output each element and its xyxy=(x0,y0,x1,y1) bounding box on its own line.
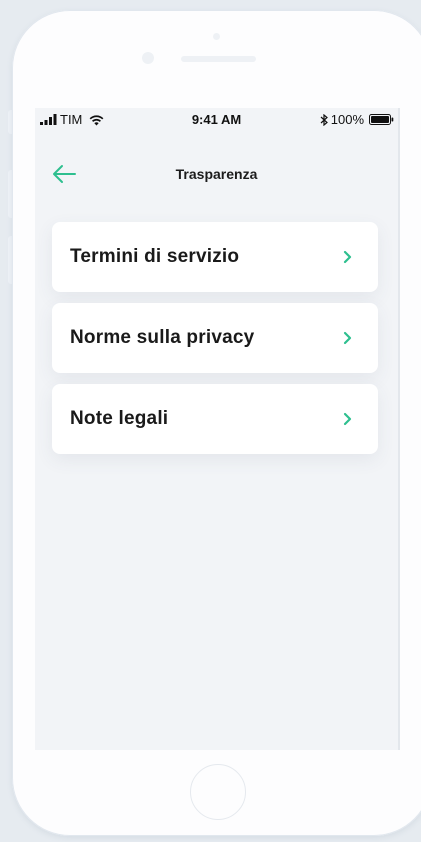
chevron-right-icon xyxy=(343,331,352,345)
chevron-right-icon xyxy=(343,412,352,426)
menu-item-label: Note legali xyxy=(70,408,169,429)
menu-item-terms-of-service[interactable]: Termini di servizio xyxy=(52,222,378,292)
bluetooth-icon xyxy=(320,113,328,126)
front-camera xyxy=(213,33,220,40)
menu-item-label: Termini di servizio xyxy=(70,246,240,267)
app-screen: TIM 9:41 AM 100% Trasparenza Termini di … xyxy=(35,108,400,750)
menu-item-privacy-policy[interactable]: Norme sulla privacy xyxy=(52,303,378,373)
menu-list: Termini di servizio Norme sulla privacy … xyxy=(52,222,378,465)
battery-icon xyxy=(369,114,394,125)
status-right: 100% xyxy=(320,112,394,127)
device-mockup: TIM 9:41 AM 100% Trasparenza Termini di … xyxy=(0,0,421,842)
menu-item-label: Norme sulla privacy xyxy=(70,327,255,348)
home-button[interactable] xyxy=(190,764,246,820)
menu-item-legal-notes[interactable]: Note legali xyxy=(52,384,378,454)
battery-percent: 100% xyxy=(330,112,364,127)
status-bar: TIM 9:41 AM 100% xyxy=(35,108,398,130)
page-title: Trasparenza xyxy=(175,166,258,182)
earpiece-speaker xyxy=(181,56,256,62)
chevron-right-icon xyxy=(343,250,352,264)
proximity-sensor xyxy=(142,52,154,64)
navigation-bar: Trasparenza xyxy=(35,148,398,200)
